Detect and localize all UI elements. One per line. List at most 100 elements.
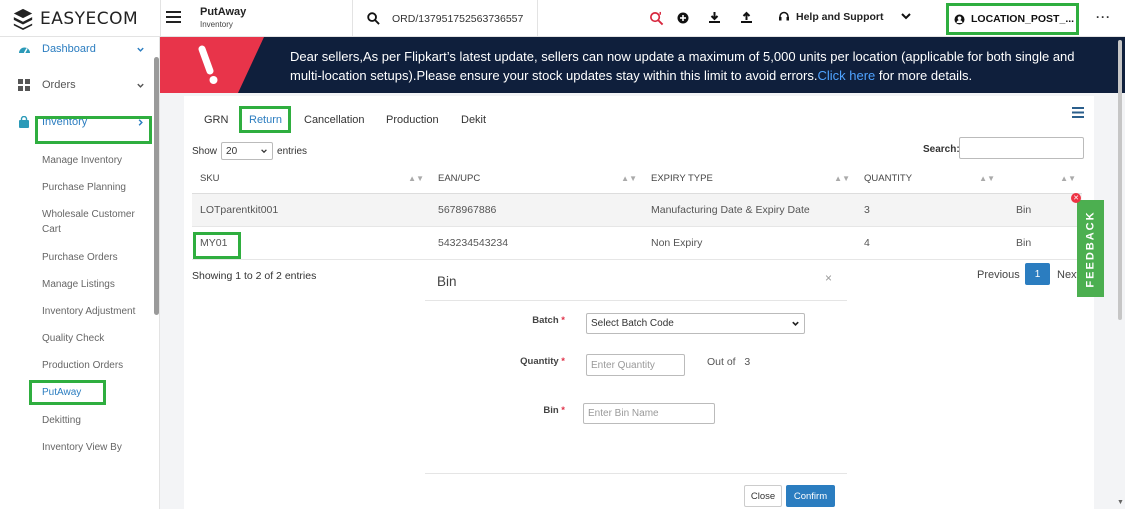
table-search-label: Search: <box>923 144 960 155</box>
sku-highlight <box>193 232 241 259</box>
tab-production[interactable]: Production <box>386 114 439 126</box>
chevron-down-icon <box>261 149 267 154</box>
column-header-ean[interactable]: EAN/UPC ▲▼ <box>430 165 643 194</box>
modal-close-icon[interactable]: × <box>825 271 832 285</box>
quantity-label: Quantity * <box>520 356 565 367</box>
user-circle-icon <box>954 14 965 24</box>
column-header-quantity[interactable]: QUANTITY ▲▼ <box>856 165 1001 194</box>
banner-line-1: Dear sellers,As per Flipkart’s latest up… <box>290 49 1075 64</box>
location-selector[interactable]: LOCATION_POST_... <box>946 3 1079 35</box>
feedback-tab[interactable]: FEEDBACK <box>1077 200 1104 297</box>
warning-icon <box>198 45 218 84</box>
cell-ean: 543234543234 <box>430 226 643 260</box>
confirm-button[interactable]: Confirm <box>786 485 835 507</box>
sidebar-item-label: Dashboard <box>42 43 96 55</box>
bin-input[interactable]: Enter Bin Name <box>583 403 715 424</box>
quantity-out-of: Out of 3 <box>707 356 751 368</box>
grid-icon <box>18 79 30 91</box>
sidebar-subitem-dekitting[interactable]: Dekitting <box>42 413 148 428</box>
column-header-sku[interactable]: SKU ▲▼ <box>192 165 430 194</box>
top-bar: EASYECOM PutAway Inventory ORD/137951752… <box>0 0 1125 37</box>
more-options-icon[interactable]: ··· <box>1096 10 1111 24</box>
download-icon[interactable] <box>708 11 721 24</box>
search-alert-icon[interactable] <box>649 11 664 26</box>
divider <box>160 0 161 37</box>
sidebar-subitem-purchase-orders[interactable]: Purchase Orders <box>42 250 148 265</box>
banner-line-2: multi-location setups).Please ensure you… <box>290 68 818 83</box>
cell-quantity: 4 <box>856 226 1001 260</box>
table-row: LOTparentkit001 5678967886 Manufacturing… <box>192 193 1082 227</box>
tab-grn[interactable]: GRN <box>204 114 228 126</box>
sidebar-subitem-production-orders[interactable]: Production Orders <box>42 358 148 373</box>
table-row: MY01 543234543234 Non Expiry 4 Bin <box>192 226 1082 260</box>
show-label: Show <box>192 145 218 157</box>
upload-icon[interactable] <box>740 11 753 24</box>
sidebar-subitem-manage-inventory[interactable]: Manage Inventory <box>42 153 148 168</box>
entries-label: entries <box>277 145 308 157</box>
banner-click-here-link[interactable]: Click here <box>817 68 875 83</box>
list-menu-icon[interactable] <box>1072 107 1084 118</box>
headset-icon <box>779 11 789 21</box>
shopping-bag-icon <box>19 116 29 128</box>
sidebar-item-label: Orders <box>42 79 76 91</box>
sidebar: Dashboard Orders Inventory Manage Invent… <box>0 37 160 509</box>
banner-tail: for more details. <box>875 68 973 83</box>
divider <box>352 0 353 37</box>
page-scrollbar[interactable]: ▼ <box>1117 40 1124 509</box>
quantity-input[interactable]: Enter Quantity <box>586 354 685 376</box>
chevron-down-icon <box>792 321 799 326</box>
page-title: PutAway <box>200 6 247 18</box>
bin-action-link[interactable]: Bin <box>1001 193 1082 227</box>
batch-label: Batch * <box>532 315 565 326</box>
brand-name: EASYECOM <box>40 9 139 29</box>
entries-control: Show 20 entries <box>192 142 307 160</box>
bin-modal: Bin × Batch * Select Batch Code Quantity… <box>425 263 847 509</box>
cell-expiry: Non Expiry <box>643 226 856 260</box>
chevron-down-icon <box>137 83 144 88</box>
close-button[interactable]: Close <box>744 485 782 507</box>
modal-title: Bin <box>437 274 457 289</box>
batch-select[interactable]: Select Batch Code <box>586 313 805 334</box>
chevron-down-icon <box>137 47 144 52</box>
bin-placeholder: Enter Bin Name <box>588 408 659 419</box>
column-header-action[interactable]: ▲▼ <box>1001 165 1082 194</box>
entries-value: 20 <box>226 145 238 157</box>
page-1-button[interactable]: 1 <box>1025 263 1050 285</box>
sidebar-subitem-inventory-view-by[interactable]: Inventory View By <box>42 440 148 455</box>
page-subtitle: Inventory <box>200 20 233 29</box>
help-support-button[interactable]: Help and Support <box>778 11 884 23</box>
sidebar-subitem-quality-check[interactable]: Quality Check <box>42 331 148 346</box>
help-support-label: Help and Support <box>796 11 884 23</box>
feedback-label: FEEDBACK <box>1084 209 1097 288</box>
tab-dekit[interactable]: Dekit <box>461 114 486 126</box>
easyecom-logo-icon <box>13 8 33 30</box>
page-heading: PutAway Inventory <box>200 6 246 29</box>
bin-action-link[interactable]: Bin <box>1001 226 1082 260</box>
inventory-highlight <box>35 116 152 144</box>
entries-select[interactable]: 20 <box>221 142 274 160</box>
bin-label: Bin * <box>543 405 565 416</box>
announcement-banner: Dear sellers,As per Flipkart’s latest up… <box>160 37 1125 93</box>
sidebar-subitem-inventory-adjustment[interactable]: Inventory Adjustment <box>42 304 148 319</box>
global-search-input[interactable]: ORD/137951752563736557 <box>392 13 523 25</box>
search-icon[interactable] <box>367 12 380 25</box>
sidebar-subitem-purchase-planning[interactable]: Purchase Planning <box>42 180 148 195</box>
menu-toggle-icon[interactable] <box>166 11 181 23</box>
previous-page-button[interactable]: Previous <box>977 269 1020 281</box>
column-header-expiry[interactable]: EXPIRY TYPE ▲▼ <box>643 165 856 194</box>
sidebar-scrollbar[interactable] <box>154 57 159 315</box>
feedback-close-icon[interactable]: ✕ <box>1071 193 1081 203</box>
add-circle-icon[interactable] <box>677 12 689 24</box>
sidebar-subitem-manage-listings[interactable]: Manage Listings <box>42 277 148 292</box>
banner-message: Dear sellers,As per Flipkart’s latest up… <box>290 47 1120 85</box>
tab-cancellation[interactable]: Cancellation <box>304 114 365 126</box>
table-header-row: SKU ▲▼ EAN/UPC ▲▼ EXPIRY TYPE ▲▼ QUANTITY ▲▼… <box>192 165 1082 194</box>
divider <box>537 0 538 37</box>
scroll-down-icon[interactable]: ▼ <box>1117 499 1124 506</box>
table-search-input[interactable] <box>959 137 1084 159</box>
brand-logo[interactable]: EASYECOM <box>12 8 138 30</box>
scrollbar-thumb[interactable] <box>1118 40 1122 320</box>
dashboard-gauge-icon <box>19 47 30 54</box>
chevron-down-icon[interactable] <box>900 10 912 22</box>
sidebar-subitem-wholesale-cart[interactable]: Wholesale Customer Cart <box>42 207 148 237</box>
